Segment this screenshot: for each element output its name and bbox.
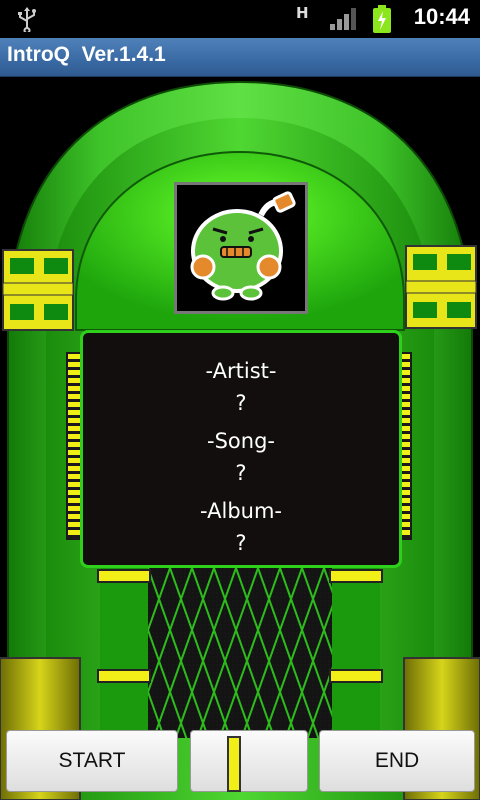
- mascot-avatar: [174, 182, 308, 314]
- artist-value: ?: [235, 391, 247, 415]
- song-label: -Song-: [207, 429, 275, 453]
- end-button[interactable]: END: [319, 730, 475, 792]
- song-info-panel: -Artist- ? -Song- ? -Album- ?: [80, 330, 402, 568]
- album-label: -Album-: [200, 499, 282, 523]
- middle-slot-indicator: [227, 736, 241, 792]
- middle-button[interactable]: [190, 730, 308, 792]
- start-button[interactable]: START: [6, 730, 178, 792]
- song-value: ?: [235, 461, 247, 485]
- album-value: ?: [235, 531, 247, 555]
- artist-label: -Artist-: [205, 359, 277, 383]
- mascot-icon: [177, 185, 305, 311]
